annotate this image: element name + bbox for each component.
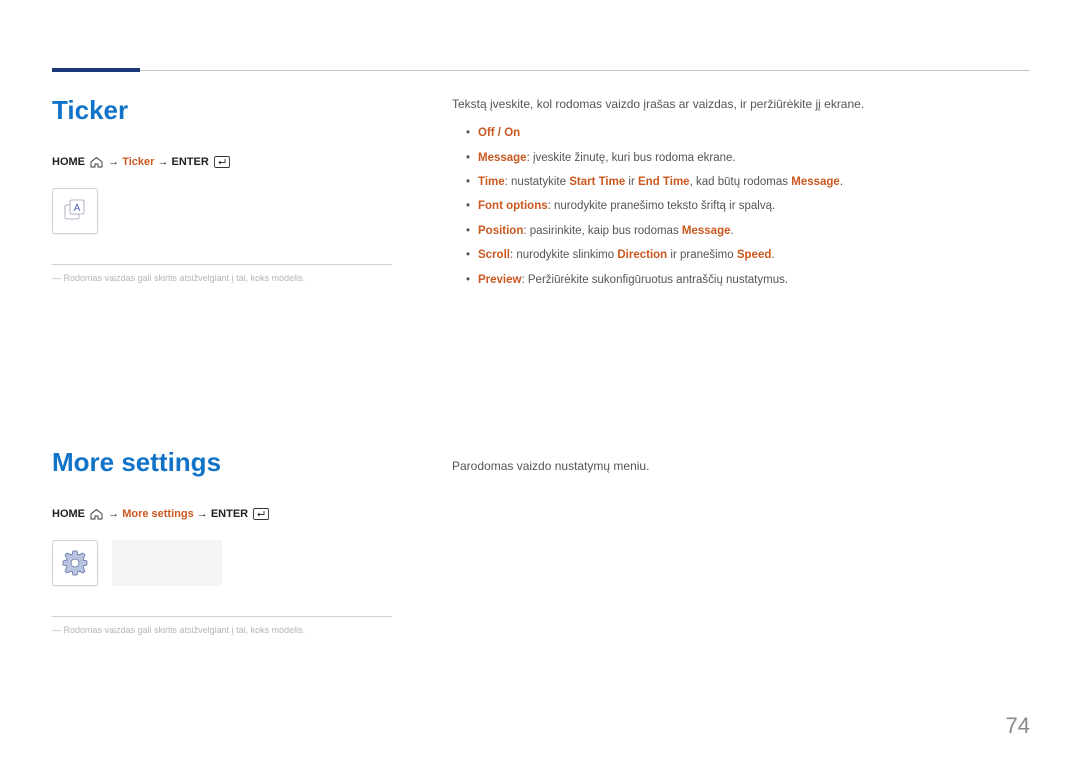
- svg-text:A: A: [74, 203, 81, 214]
- more-tile-row: [52, 540, 412, 586]
- more-tile: [52, 540, 98, 586]
- opt-font: Font options: nurodykite pranešimo tekst…: [466, 197, 992, 215]
- breadcrumb-arrow-1: →: [108, 508, 119, 520]
- ticker-title: Ticker: [52, 95, 412, 126]
- ticker-options-list: Off / On Message: įveskite žinutę, kuri …: [452, 124, 992, 289]
- home-icon: [90, 157, 103, 168]
- enter-icon: [253, 508, 269, 520]
- breadcrumb-home: HOME: [52, 508, 85, 520]
- opt-preview: Preview: Peržiūrėkite sukonfigūruotus an…: [466, 271, 992, 289]
- breadcrumb-enter: ENTER: [211, 508, 248, 520]
- more-tile-placeholder: [112, 540, 222, 586]
- more-right-column: Parodomas vaizdo nustatymų meniu.: [412, 447, 992, 486]
- more-footnote: Rodomas vaizdas gali skirtis atsižvelgia…: [52, 625, 412, 635]
- breadcrumb-arrow-1: →: [108, 156, 119, 168]
- ticker-lead: Tekstą įveskite, kol rodomas vaizdo įraš…: [452, 95, 992, 114]
- ticker-footnote: Rodomas vaizdas gali skirtis atsižvelgia…: [52, 273, 412, 283]
- opt-scroll: Scroll: nurodykite slinkimo Direction ir…: [466, 246, 992, 264]
- opt-position: Position: pasirinkite, kaip bus rodomas …: [466, 222, 992, 240]
- divider: [52, 616, 392, 617]
- breadcrumb-home: HOME: [52, 156, 85, 168]
- top-rule-accent: [52, 68, 140, 72]
- ticker-right-column: Tekstą įveskite, kol rodomas vaizdo įraš…: [412, 95, 992, 295]
- more-title: More settings: [52, 447, 412, 478]
- gear-icon: [60, 548, 90, 578]
- page-number: 74: [1006, 713, 1030, 739]
- more-breadcrumb: HOME → More settings → ENTER: [52, 508, 412, 520]
- opt-message: Message: įveskite žinutę, kuri bus rodom…: [466, 149, 992, 167]
- opt-time: Time: nustatykite Start Time ir End Time…: [466, 173, 992, 191]
- section-more-settings: More settings HOME → More settings → ENT…: [52, 447, 1032, 635]
- more-left-column: More settings HOME → More settings → ENT…: [52, 447, 412, 635]
- ticker-tile: A: [52, 188, 98, 234]
- breadcrumb-arrow-2: →: [157, 156, 168, 168]
- more-lead: Parodomas vaizdo nustatymų meniu.: [452, 457, 992, 476]
- home-icon: [90, 509, 103, 520]
- top-rule: [52, 70, 1030, 71]
- ticker-tile-icon: A: [61, 197, 89, 225]
- section-ticker: Ticker HOME → Ticker → ENTER A: [52, 95, 1032, 295]
- ticker-left-column: Ticker HOME → Ticker → ENTER A: [52, 95, 412, 283]
- breadcrumb-arrow-2: →: [197, 508, 208, 520]
- breadcrumb-enter: ENTER: [172, 156, 209, 168]
- breadcrumb-mid: More settings: [122, 508, 194, 520]
- enter-icon: [214, 156, 230, 168]
- ticker-tile-row: A: [52, 188, 412, 234]
- divider: [52, 264, 392, 265]
- breadcrumb-mid: Ticker: [122, 156, 154, 168]
- opt-off-on: Off / On: [466, 124, 992, 142]
- ticker-breadcrumb: HOME → Ticker → ENTER: [52, 156, 412, 168]
